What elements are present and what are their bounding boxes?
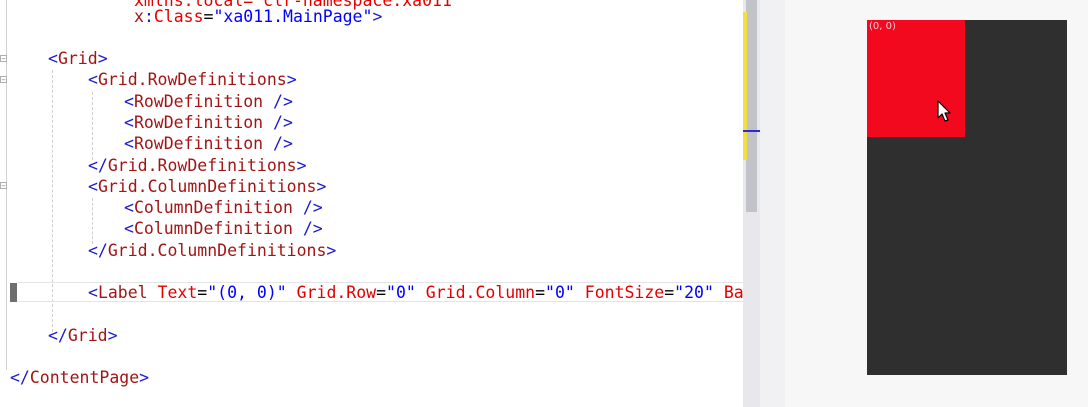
code-token: "20": [674, 283, 714, 302]
code-token: :: [143, 7, 154, 26]
code-token: Grid.ColumnDefinitions: [107, 241, 327, 260]
code-line[interactable]: <RowDefinition />: [124, 112, 293, 133]
code-token: >: [326, 241, 337, 260]
code-token: </: [88, 156, 108, 175]
preview-divider: [760, 0, 785, 407]
code-token: Grid.RowDefinitions: [97, 70, 287, 89]
code-token: FontSize: [574, 283, 665, 302]
fold-toggle-icon[interactable]: −: [0, 182, 7, 190]
code-line[interactable]: </Grid.ColumnDefinitions>: [88, 240, 336, 261]
code-token: Grid: [67, 326, 108, 345]
code-token: >: [296, 156, 307, 175]
device-screen: (0, 0): [867, 20, 1067, 375]
code-token: Grid.RowDefinitions: [107, 156, 297, 175]
code-line[interactable]: x:Class="xa011.MainPage">: [134, 6, 382, 27]
code-token: >: [372, 7, 383, 26]
code-token: <: [88, 283, 98, 302]
code-token: <: [88, 177, 98, 196]
code-token: RowDefinition: [133, 134, 264, 153]
code-line[interactable]: </Grid.RowDefinitions>: [88, 155, 307, 176]
code-token: <: [124, 92, 134, 111]
vertical-scrollbar[interactable]: [743, 0, 760, 407]
code-line[interactable]: <Grid.RowDefinitions>: [88, 69, 297, 90]
code-editor[interactable]: − − − xmlns:local="clr-namespace:xa011" x…: [0, 0, 743, 407]
code-line[interactable]: <Grid.ColumnDefinitions>: [88, 176, 326, 197]
line-change-marker: [10, 283, 17, 302]
code-token: Label: [97, 283, 148, 302]
code-token: Backg: [723, 283, 743, 302]
code-token: Grid.Row: [286, 283, 377, 302]
code-token: </: [88, 241, 108, 260]
code-token: <: [48, 49, 58, 68]
code-token: =: [197, 283, 208, 302]
code-token: <: [124, 219, 134, 238]
code-token: Text: [147, 283, 198, 302]
code-token: >: [107, 326, 118, 345]
fold-toggle-icon[interactable]: −: [0, 76, 7, 84]
code-token: "0": [386, 283, 416, 302]
code-line[interactable]: <ColumnDefinition />: [124, 197, 323, 218]
indent-guide: [92, 198, 93, 244]
code-token: "xa011.MainPage": [213, 7, 373, 26]
code-token: <: [124, 134, 134, 153]
code-token: RowDefinition: [133, 113, 264, 132]
code-token: ContentPage: [29, 368, 140, 387]
code-line[interactable]: <RowDefinition />: [124, 133, 293, 154]
code-token: >: [139, 368, 150, 387]
indent-guide: [92, 92, 93, 160]
code-token: />: [292, 198, 323, 217]
xaml-preview-pane: (0, 0): [785, 0, 1088, 407]
code-line[interactable]: <ColumnDefinition />: [124, 218, 323, 239]
code-token: ColumnDefinition: [133, 219, 293, 238]
code-token: />: [263, 92, 293, 111]
scrollbar-thumb[interactable]: [746, 0, 757, 212]
code-token: <: [124, 198, 134, 217]
code-token: Class: [153, 7, 204, 26]
code-token: >: [97, 49, 108, 68]
code-token: RowDefinition: [133, 92, 264, 111]
code-token: />: [263, 113, 293, 132]
code-line[interactable]: <Label Text="(0, 0)" Grid.Row="0" Grid.C…: [88, 282, 743, 303]
code-token: "(0, 0)": [207, 283, 287, 302]
cell-label-text: (0, 0): [869, 21, 896, 32]
code-token: >: [316, 177, 327, 196]
code-line[interactable]: </ContentPage>: [10, 367, 149, 388]
code-token: </: [48, 326, 68, 345]
code-token: "0": [545, 283, 575, 302]
code-line[interactable]: <RowDefinition />: [124, 91, 293, 112]
code-token: =: [203, 7, 214, 26]
code-token: =: [664, 283, 675, 302]
code-line[interactable]: </Grid>: [48, 325, 118, 346]
code-token: Grid.Column: [415, 283, 536, 302]
code-token: =: [535, 283, 546, 302]
code-line[interactable]: <Grid>: [48, 48, 108, 69]
code-token: Grid: [57, 49, 98, 68]
code-token: =: [376, 283, 387, 302]
code-token: <: [124, 113, 134, 132]
code-token: />: [263, 134, 293, 153]
scrollbar-caret-marker: [743, 130, 760, 132]
mouse-pointer-icon: [937, 100, 951, 122]
code-token: x: [134, 7, 144, 26]
fold-toggle-icon[interactable]: −: [0, 55, 7, 63]
code-token: ColumnDefinition: [133, 198, 293, 217]
code-token: >: [286, 70, 297, 89]
scrollbar-change-marker: [743, 12, 747, 160]
code-token: Grid.ColumnDefinitions: [97, 177, 317, 196]
code-token: <: [88, 70, 98, 89]
code-token: />: [292, 219, 323, 238]
code-token: </: [10, 368, 30, 387]
